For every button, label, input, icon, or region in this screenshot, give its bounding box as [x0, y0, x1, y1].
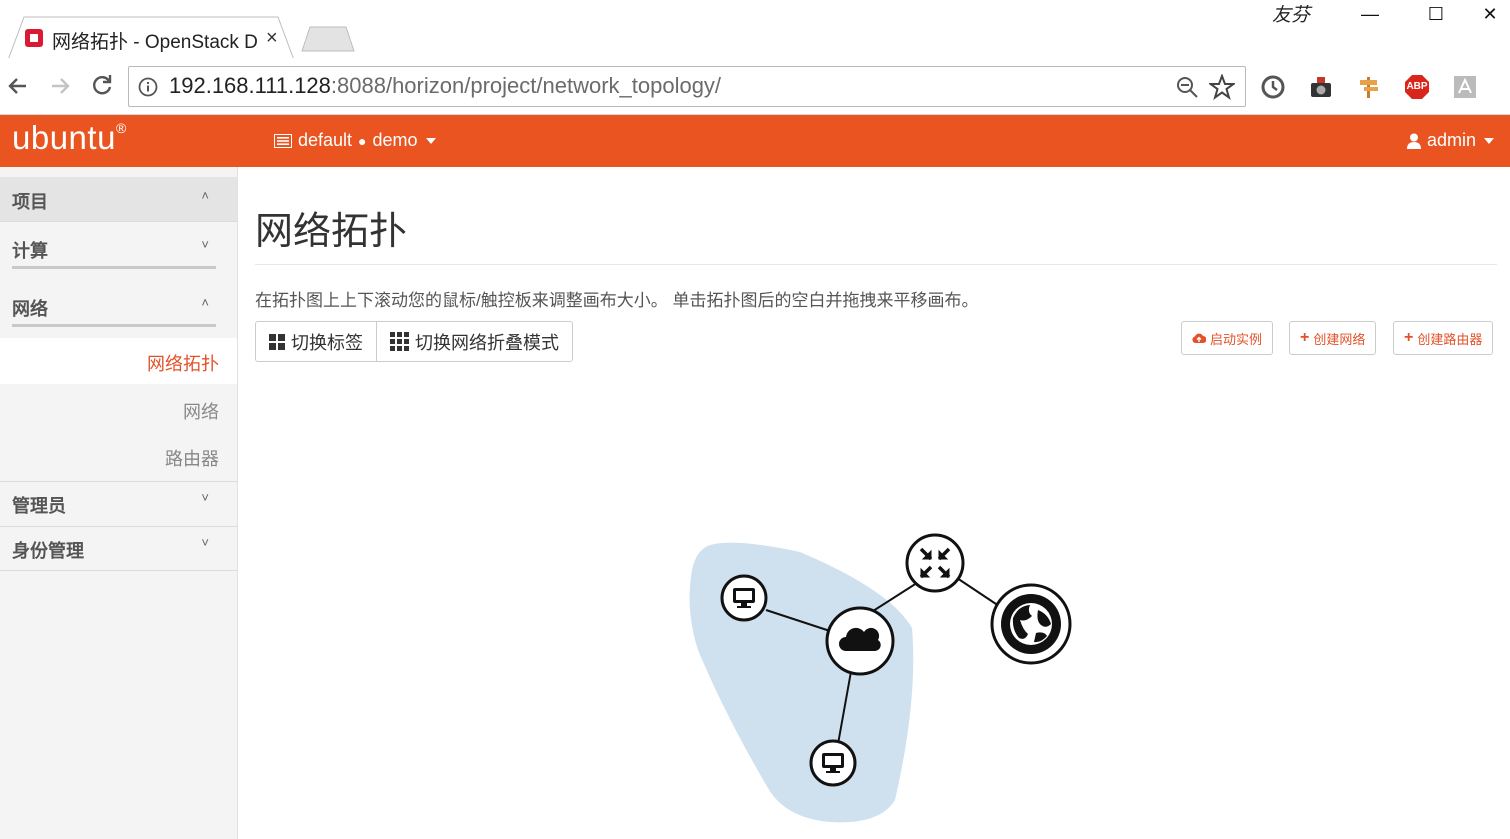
user-name: admin [1426, 130, 1476, 150]
bookmark-star-icon[interactable] [1209, 74, 1235, 100]
toggle-labels-label: 切换标签 [291, 332, 363, 353]
sidebar-section-label: 身份管理 [12, 541, 84, 561]
chevron-down-icon [1484, 137, 1494, 144]
instance-node[interactable] [720, 574, 768, 622]
create-network-label: 创建网络 [1313, 331, 1366, 347]
th-icon [390, 332, 409, 351]
zoom-icon[interactable] [1175, 75, 1199, 99]
maximize-icon: ☐ [1427, 3, 1445, 24]
user-menu[interactable]: admin [1406, 130, 1494, 151]
sidebar-section-label: 管理员 [12, 496, 66, 516]
network-node[interactable] [825, 606, 895, 676]
cloud-upload-icon [1192, 333, 1206, 343]
new-tab-button[interactable] [300, 26, 356, 52]
sidebar-section-admin[interactable]: 管理员 ˅ [0, 482, 237, 526]
tab-close-icon[interactable]: × [266, 27, 278, 50]
launch-instance-label: 启动实例 [1210, 331, 1263, 347]
browser-tab-strip: 网络拓扑 - OpenStack D × 友芬 — ☐ ✕ [0, 0, 1510, 60]
adblock-label: ABP [1406, 81, 1428, 92]
project-name: demo [372, 130, 418, 150]
toggle-labels-button[interactable]: 切换标签 [256, 322, 376, 361]
browser-tab[interactable]: 网络拓扑 - OpenStack D × [8, 16, 294, 60]
project-separator: ● [358, 132, 367, 149]
url-host: 192.168.111.128 [169, 73, 331, 98]
chevron-down-icon: ˅ [201, 535, 209, 550]
sidebar-section-project[interactable]: 项目 ˄ [0, 177, 237, 221]
router-node[interactable] [905, 533, 965, 593]
sidebar-item-network-topology[interactable]: 网络拓扑 [0, 338, 237, 384]
tab-title: 网络拓扑 - OpenStack D [52, 32, 258, 53]
sidebar-section-label: 计算 [12, 241, 48, 261]
launch-instance-button[interactable]: 启动实例 [1181, 321, 1274, 355]
close-window-button[interactable]: ✕ [1466, 0, 1510, 28]
sidebar-item-networks[interactable]: 网络 [183, 398, 219, 424]
ubuntu-logo[interactable]: ubuntu® [12, 119, 127, 157]
network-area[interactable] [689, 542, 914, 823]
th-large-icon [269, 333, 285, 350]
close-icon: ✕ [1482, 3, 1498, 24]
sidebar: 项目 ˄ 计算 ˅ 网络 ˄ 网络拓扑 网络 路由器 管理员 ˅ 身份管理 ˅ [0, 167, 238, 839]
camera-icon[interactable] [1308, 74, 1334, 100]
sidebar-section-label: 项目 [12, 192, 48, 212]
chevron-up-icon: ˄ [201, 295, 209, 310]
address-bar[interactable]: 192.168.111.128:8088/horizon/project/net… [128, 66, 1246, 107]
adblock-icon[interactable]: ABP [1404, 74, 1430, 100]
topology-canvas[interactable] [680, 530, 1100, 830]
plus-icon: + [1300, 329, 1310, 346]
minimize-button[interactable]: — [1346, 0, 1394, 28]
toggle-button-group: 切换标签 切换网络折叠模式 [255, 321, 573, 362]
create-router-label: 创建路由器 [1417, 331, 1483, 347]
plus-icon: + [1404, 329, 1414, 346]
browser-toolbar: 192.168.111.128:8088/horizon/project/net… [0, 58, 1510, 115]
external-network-node[interactable] [990, 583, 1072, 665]
divider [0, 570, 237, 571]
top-navbar: ubuntu® default ● demo admin [0, 115, 1510, 167]
signpost-icon[interactable] [1356, 74, 1382, 100]
chevron-down-icon: ˅ [201, 237, 209, 252]
sync-icon[interactable] [1260, 74, 1286, 100]
title-divider [255, 264, 1497, 265]
forward-arrow-icon[interactable] [46, 72, 74, 100]
back-arrow-icon[interactable] [4, 72, 32, 100]
list-icon [274, 133, 292, 148]
maximize-button[interactable]: ☐ [1412, 0, 1460, 28]
toggle-collapse-button[interactable]: 切换网络折叠模式 [376, 322, 572, 361]
openstack-favicon-icon [25, 29, 43, 47]
profile-name[interactable]: 友芬 [1272, 0, 1310, 27]
toggle-collapse-label: 切换网络折叠模式 [415, 332, 559, 353]
section-underline [12, 266, 216, 269]
sidebar-item-label: 网络拓扑 [147, 354, 219, 374]
section-underline [12, 324, 216, 327]
sidebar-item-routers[interactable]: 路由器 [165, 445, 219, 471]
globe-icon [1010, 603, 1052, 645]
site-info-icon[interactable] [138, 77, 158, 97]
divider [0, 221, 237, 222]
chevron-down-icon: ˅ [201, 490, 209, 505]
pdf-icon[interactable] [1452, 74, 1478, 100]
create-network-button[interactable]: + 创建网络 [1289, 321, 1377, 355]
url-path: :8088/horizon/project/network_topology/ [330, 73, 722, 98]
instance-node[interactable] [809, 739, 857, 787]
project-domain: default [298, 130, 353, 150]
project-selector[interactable]: default ● demo [274, 130, 436, 151]
logo-text: ubuntu [12, 119, 116, 156]
logo-mark: ® [115, 120, 127, 136]
chevron-up-icon: ˄ [201, 188, 209, 203]
sidebar-section-label: 网络 [12, 299, 48, 319]
reload-icon[interactable] [88, 72, 116, 100]
page-title: 网络拓扑 [255, 211, 408, 253]
chevron-down-icon [425, 137, 436, 144]
sidebar-section-identity[interactable]: 身份管理 ˅ [0, 527, 237, 571]
minimize-icon: — [1361, 3, 1379, 24]
user-icon [1406, 133, 1421, 149]
create-router-button[interactable]: + 创建路由器 [1393, 321, 1494, 355]
url-text: 192.168.111.128:8088/horizon/project/net… [169, 73, 721, 99]
help-text: 在拓扑图上上下滚动您的鼠标/触控板来调整画布大小。 单击拓扑图后的空白并拖拽来平… [255, 291, 979, 310]
